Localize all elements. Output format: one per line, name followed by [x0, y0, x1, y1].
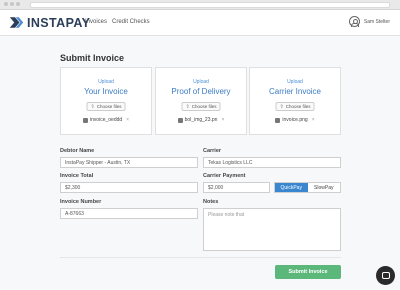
carrier-label: Carrier — [203, 148, 222, 154]
user-menu[interactable]: Sam Stelter — [348, 16, 390, 27]
quickpay-option[interactable]: QuickPay — [275, 183, 308, 192]
nav-link-invoices[interactable]: Invoices — [85, 19, 107, 25]
slowpay-option[interactable]: SlowPay — [307, 183, 340, 192]
uploaded-file: invoice.png × — [250, 117, 340, 123]
file-icon — [177, 117, 183, 123]
choose-files-button[interactable]: ⇧ Choose files — [181, 102, 221, 111]
choose-files-label: Choose files — [285, 104, 311, 109]
close-window-dot[interactable] — [4, 2, 8, 6]
form-divider — [60, 257, 341, 258]
uploaded-file: bol_img_23.pn × — [156, 117, 246, 123]
remove-file-icon[interactable]: × — [126, 117, 129, 123]
file-name: bol_img_23.pn — [184, 117, 218, 123]
brand-logo[interactable]: INSTAPAY — [9, 15, 90, 30]
choose-files-label: Choose files — [96, 104, 122, 109]
invoice-number-input[interactable]: A-87663 — [60, 208, 198, 219]
upload-arrow-icon: ⇧ — [185, 103, 190, 110]
user-name: Sam Stelter — [363, 18, 390, 25]
remove-file-icon[interactable]: × — [221, 117, 224, 123]
carrier-payment-input[interactable]: $2,000 — [203, 182, 270, 193]
minimize-window-dot[interactable] — [10, 2, 14, 6]
address-bar[interactable] — [30, 2, 390, 8]
file-name: invoice_oeddd — [89, 117, 123, 123]
top-navbar: INSTAPAY Invoices Credit Checks Sam Stel… — [0, 10, 400, 36]
notes-label: Notes — [203, 199, 219, 205]
file-name: invoice.png — [282, 117, 308, 123]
invoice-total-input[interactable]: $2,300 — [60, 182, 198, 193]
window-controls — [4, 2, 20, 6]
notes-textarea[interactable]: Please note that — [203, 208, 341, 251]
upload-card-carrier-invoice: Upload Carrier Invoice ⇧ Choose files in… — [249, 67, 341, 135]
upload-arrow-icon: ⇧ — [279, 103, 284, 110]
brand-name: INSTAPAY — [27, 15, 91, 30]
chat-widget-button[interactable] — [376, 266, 395, 285]
upload-title: Proof of Delivery — [171, 87, 231, 96]
user-avatar-icon — [348, 16, 360, 27]
page-title: Submit Invoice — [60, 53, 125, 63]
upload-label: Upload — [98, 79, 114, 85]
upload-card-proof-of-delivery: Upload Proof of Delivery ⇧ Choose files … — [155, 67, 247, 135]
instapay-logo-icon — [9, 17, 24, 28]
maximize-window-dot[interactable] — [16, 2, 20, 6]
upload-card-invoice: Upload Your Invoice ⇧ Choose files invoi… — [60, 67, 152, 135]
upload-arrow-icon: ⇧ — [90, 103, 95, 110]
chat-bubble-icon — [381, 272, 390, 279]
file-icon — [275, 117, 281, 123]
choose-files-button[interactable]: ⇧ Choose files — [86, 102, 126, 111]
uploaded-file: invoice_oeddd × — [61, 117, 151, 123]
choose-files-button[interactable]: ⇧ Choose files — [275, 102, 315, 111]
invoice-number-label: Invoice Number — [60, 199, 102, 205]
payment-speed-toggle: QuickPay SlowPay — [274, 182, 341, 193]
submit-invoice-button[interactable]: Submit Invoice — [275, 265, 341, 279]
upload-label: Upload — [287, 79, 303, 85]
debtor-name-input[interactable]: InstaPay Shipper - Austin, TX — [60, 157, 198, 168]
upload-title: Carrier Invoice — [268, 87, 321, 96]
browser-chrome — [0, 0, 400, 10]
choose-files-label: Choose files — [191, 104, 217, 109]
carrier-payment-label: Carrier Payment — [203, 173, 246, 179]
upload-label: Upload — [193, 79, 209, 85]
remove-file-icon[interactable]: × — [312, 117, 315, 123]
nav-link-credit-checks[interactable]: Credit Checks — [112, 19, 150, 25]
upload-title: Your Invoice — [84, 87, 128, 96]
file-icon — [82, 117, 88, 123]
invoice-total-label: Invoice Total — [60, 173, 94, 179]
carrier-input[interactable]: Tekas Logistics LLC — [203, 157, 341, 168]
debtor-name-label: Debtor Name — [60, 148, 95, 154]
